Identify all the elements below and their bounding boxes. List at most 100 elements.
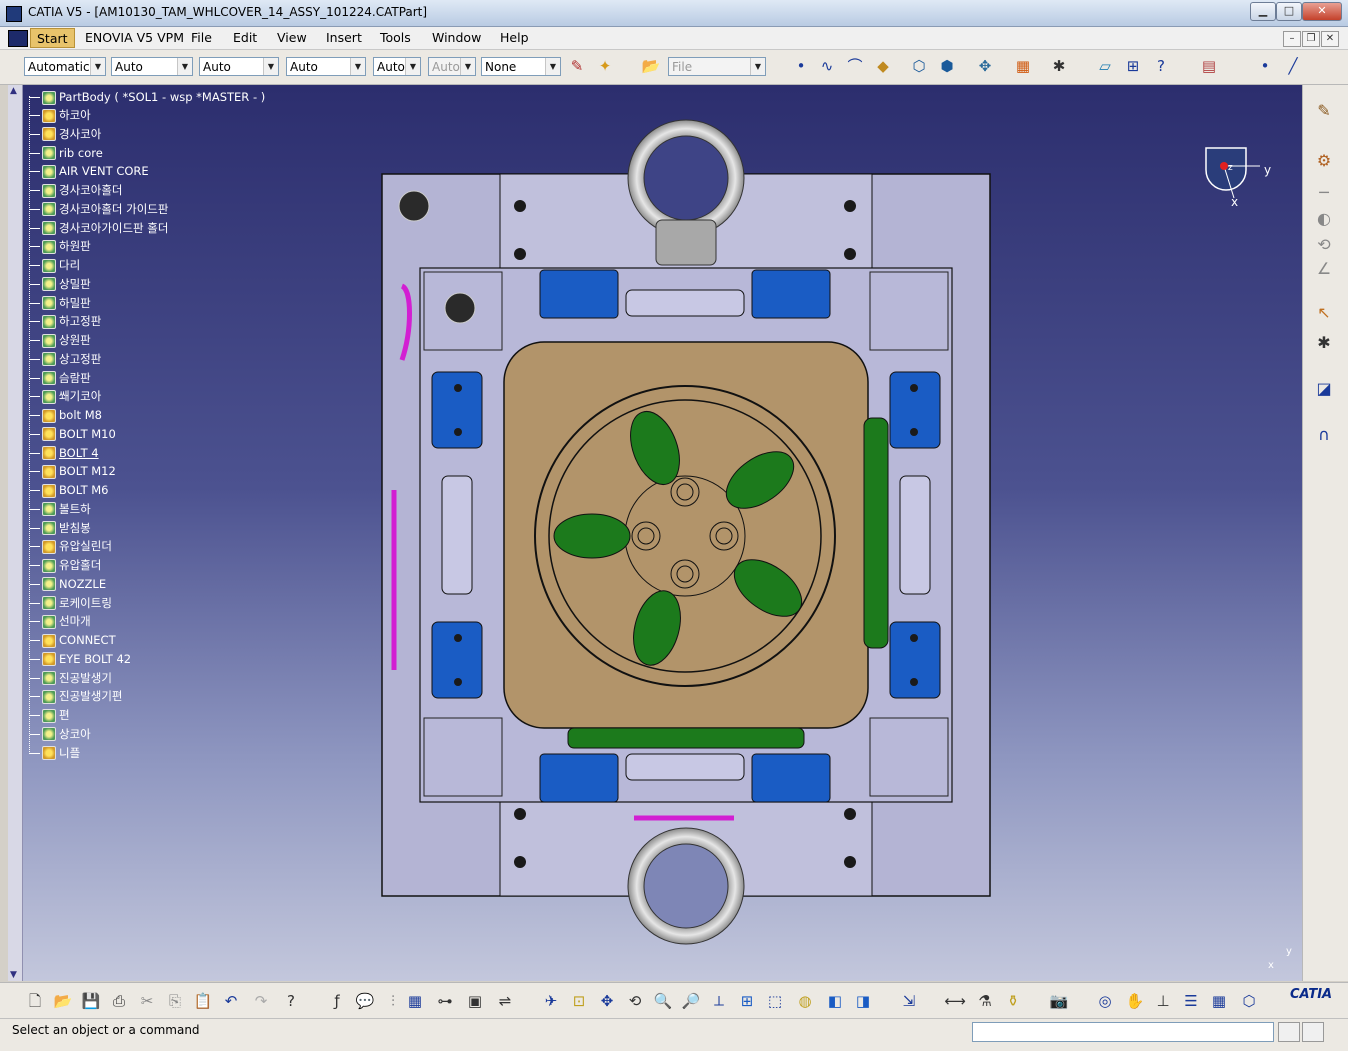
catalog-icon[interactable]: ▤ (1198, 55, 1220, 77)
color-combo[interactable]: Automatic ▼ (24, 57, 106, 76)
point-icon[interactable]: • (790, 55, 812, 77)
tree-item[interactable]: 상코아 (30, 725, 91, 743)
hierarchy-icon[interactable]: ☰ (1180, 990, 1202, 1012)
new-icon[interactable]: 🗋 (24, 990, 46, 1012)
layer-combo[interactable]: None ▼ (481, 57, 561, 76)
measure-icon[interactable]: ◪ (1311, 377, 1337, 401)
constraint-icon[interactable]: ✱ (1048, 55, 1070, 77)
tree-item[interactable]: 진공발생기편 (30, 687, 122, 705)
painter-icon[interactable]: ✎ (566, 55, 588, 77)
tree-item[interactable]: 유압실린더 (30, 537, 112, 555)
comment-icon[interactable]: 💬 (354, 990, 376, 1012)
axis-system-icon[interactable]: ⊥ (1152, 990, 1174, 1012)
formula-icon[interactable]: ƒ (326, 990, 348, 1012)
save-icon[interactable]: 💾 (80, 990, 102, 1012)
tree-item[interactable]: 볼트하 (30, 500, 91, 518)
rotate-view-icon[interactable]: ⟲ (624, 990, 646, 1012)
menu-help[interactable]: Help (500, 30, 529, 45)
transparency-combo[interactable]: Auto ▼ (373, 57, 421, 76)
spiral-icon[interactable]: ◎ (1094, 990, 1116, 1012)
tree-scrollbar[interactable]: ▲ ▼ (8, 85, 23, 981)
menu-file[interactable]: File (191, 30, 212, 45)
tree-item[interactable]: NOZZLE (30, 575, 106, 593)
tree-item[interactable]: 경사코아홀더 가이드판 (30, 200, 168, 218)
scroll-down-icon[interactable]: ▼ (10, 970, 17, 980)
plane-icon[interactable]: ▱ (1094, 55, 1116, 77)
tree-item[interactable]: 진공발생기 (30, 669, 112, 687)
tree-item[interactable]: 다리 (30, 256, 80, 274)
tree-item[interactable]: BOLT M6 (30, 481, 108, 499)
pan-icon[interactable]: ✥ (596, 990, 618, 1012)
maximize-button[interactable]: □ (1276, 2, 1302, 21)
inertia-icon[interactable]: ⚗ (974, 990, 996, 1012)
tree-item[interactable]: 경사코아가이드판 홀더 (30, 219, 168, 237)
line-icon[interactable]: ─ (1311, 181, 1337, 205)
curve-icon[interactable]: ∠ (1311, 257, 1337, 281)
line-tool-icon[interactable]: ╱ (1282, 55, 1304, 77)
tree-item[interactable]: 경사코아 (30, 125, 101, 143)
multi-plane-icon[interactable]: ⊞ (1122, 55, 1144, 77)
translate-icon[interactable]: ✥ (974, 55, 996, 77)
tree-item[interactable]: BOLT 4 (30, 444, 99, 462)
normal-view-icon[interactable]: ⟂ (708, 990, 730, 1012)
minimize-button[interactable]: ▁ (1250, 2, 1276, 21)
doc-close-button[interactable]: ✕ (1321, 31, 1339, 47)
compass-widget[interactable]: y x z (1198, 140, 1278, 210)
surface-icon[interactable]: ⌒ (844, 55, 866, 77)
file-combo[interactable]: File ▼ (668, 57, 766, 76)
rotate-icon[interactable]: ⟲ (1311, 233, 1337, 257)
pattern-icon[interactable]: ▦ (1012, 55, 1034, 77)
manipulate-icon[interactable]: ✋ (1124, 990, 1146, 1012)
scroll-up-icon[interactable]: ▲ (10, 86, 17, 96)
extrude-icon[interactable]: ◐ (1311, 207, 1337, 231)
menu-tools[interactable]: Tools (380, 30, 411, 45)
sketch-point-icon[interactable]: • (1254, 55, 1276, 77)
tree-item[interactable]: 편 (30, 706, 70, 724)
tree-item[interactable]: BOLT M10 (30, 425, 116, 443)
open-folder-icon[interactable]: 📂 (640, 55, 662, 77)
print-icon[interactable]: ⎙ (108, 990, 130, 1012)
join-icon[interactable]: ⬢ (936, 55, 958, 77)
snap-icon[interactable]: ✱ (1311, 331, 1337, 355)
iso-view-icon[interactable]: ⬚ (764, 990, 786, 1012)
status-button-1[interactable] (1278, 1022, 1300, 1042)
tree-item[interactable]: CONNECT (30, 631, 116, 649)
menu-insert[interactable]: Insert (326, 30, 362, 45)
doc-restore-button[interactable]: ❐ (1302, 31, 1320, 47)
line-weight-combo[interactable]: Auto ▼ (199, 57, 279, 76)
analysis-icon[interactable]: ∩ (1311, 423, 1337, 447)
constraint-tool-icon[interactable]: ⚙ (1311, 149, 1337, 173)
fly-icon[interactable]: ✈ (540, 990, 562, 1012)
paste-icon[interactable]: 📋 (192, 990, 214, 1012)
tree-root-partbody[interactable]: PartBody ( *SOL1 - wsp *MASTER - ) (30, 88, 265, 106)
tree-item[interactable]: 상밀판 (30, 275, 91, 293)
undo-icon[interactable]: ↶ (220, 990, 242, 1012)
tree-item[interactable]: AIR VENT CORE (30, 162, 149, 180)
zoom-out-icon[interactable]: 🔎 (680, 990, 702, 1012)
catia-app-icon[interactable] (6, 6, 22, 22)
document-icon[interactable] (8, 30, 28, 47)
knowledge-icon[interactable]: ⫶ (382, 990, 404, 1012)
tree-item[interactable]: 하코아 (30, 106, 91, 124)
extract-icon[interactable]: ⬡ (908, 55, 930, 77)
hide-show-icon[interactable]: ◧ (824, 990, 846, 1012)
fill-icon[interactable]: ◆ (872, 55, 894, 77)
tree-item[interactable]: rib core (30, 144, 103, 162)
whats-this-icon[interactable]: ? (1150, 55, 1172, 77)
point-symbol-combo[interactable]: Auto ▼ (286, 57, 366, 76)
capture-icon[interactable]: 📷 (1048, 990, 1070, 1012)
tree-item[interactable]: 선마개 (30, 612, 91, 630)
tree-item[interactable]: 니플 (30, 744, 80, 762)
tree-item[interactable]: 경사코아홀더 (30, 181, 122, 199)
mold-assembly-model[interactable] (372, 110, 992, 955)
body-icon[interactable]: ⬡ (1238, 990, 1260, 1012)
tree-item[interactable]: EYE BOLT 42 (30, 650, 131, 668)
command-input[interactable] (972, 1022, 1274, 1042)
measure-between-icon[interactable]: ⇲ (898, 990, 920, 1012)
shading-icon[interactable]: ◍ (794, 990, 816, 1012)
fit-all-icon[interactable]: ⊡ (568, 990, 590, 1012)
grid-icon[interactable]: ▦ (1208, 990, 1230, 1012)
table-icon[interactable]: ▦ (404, 990, 426, 1012)
open-icon[interactable]: 📂 (52, 990, 74, 1012)
zoom-in-icon[interactable]: 🔍 (652, 990, 674, 1012)
